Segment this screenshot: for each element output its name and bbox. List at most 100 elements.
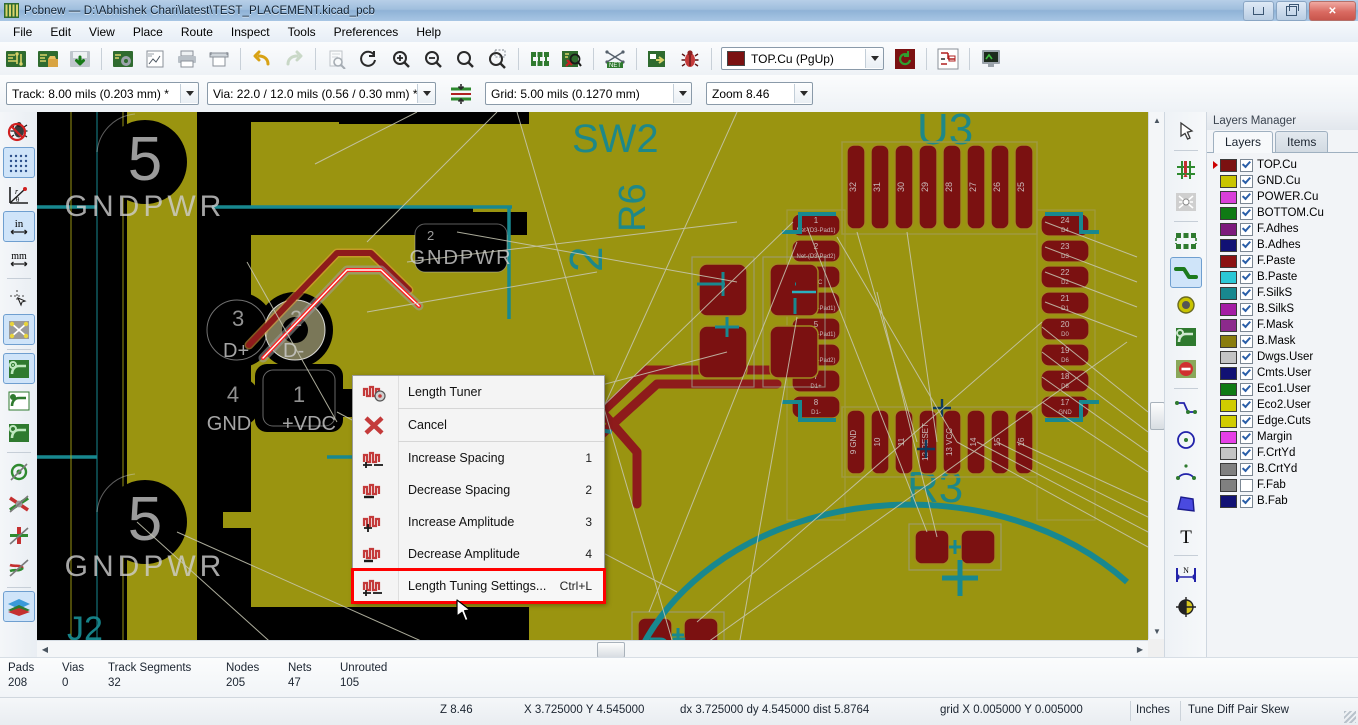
via-size-select[interactable]: Via: 22.0 / 12.0 mils (0.56 / 0.30 mm) * (207, 82, 436, 105)
find-icon[interactable] (322, 45, 352, 73)
layer-visibility-checkbox[interactable] (1240, 206, 1253, 220)
grid-toggle-icon[interactable] (2, 147, 35, 178)
set-origin-icon[interactable] (1170, 591, 1202, 622)
save-board-icon[interactable] (65, 45, 95, 73)
context-menu-item[interactable]: Length Tuner (353, 376, 604, 408)
menu-file[interactable]: File (4, 22, 41, 42)
print-icon[interactable] (172, 45, 202, 73)
layer-row[interactable]: GND.Cu (1211, 173, 1358, 189)
layer-color-swatch[interactable] (1220, 206, 1237, 220)
layer-visibility-checkbox[interactable] (1240, 398, 1253, 412)
layer-row[interactable]: B.Mask (1211, 333, 1358, 349)
layer-visibility-checkbox[interactable] (1240, 174, 1253, 188)
layer-color-swatch[interactable] (1220, 366, 1237, 380)
layer-visibility-checkbox[interactable] (1240, 382, 1253, 396)
layer-color-swatch[interactable] (1220, 494, 1237, 508)
layer-row[interactable]: F.Paste (1211, 253, 1358, 269)
undo-icon[interactable] (247, 45, 277, 73)
add-via-icon[interactable] (1170, 289, 1202, 320)
context-menu-item[interactable]: Increase Amplitude 3 (353, 506, 604, 538)
active-layer-select[interactable]: TOP.Cu (PgUp) (721, 47, 884, 70)
layer-color-swatch[interactable] (1220, 462, 1237, 476)
scroll-right-arrow-icon[interactable]: ▶ (1132, 641, 1148, 658)
layer-visibility-checkbox[interactable] (1240, 350, 1253, 364)
layer-visibility-checkbox[interactable] (1240, 270, 1253, 284)
layers-tab-items[interactable]: Items (1275, 131, 1329, 152)
add-zone-icon[interactable] (1170, 321, 1202, 352)
zoom-select[interactable]: Zoom 8.46 (706, 82, 813, 105)
add-polygon-icon[interactable] (1170, 488, 1202, 519)
netlist-icon[interactable]: NET (600, 45, 630, 73)
layer-visibility-checkbox[interactable] (1240, 190, 1253, 204)
layer-color-swatch[interactable] (1220, 318, 1237, 332)
layer-row[interactable]: Eco2.User (1211, 397, 1358, 413)
rotate-via-icon[interactable] (890, 45, 920, 73)
highlight-net-icon[interactable] (1170, 154, 1202, 185)
horizontal-scroll-thumb[interactable] (597, 642, 625, 658)
layer-color-swatch[interactable] (1220, 174, 1237, 188)
layer-visibility-checkbox[interactable] (1240, 478, 1253, 492)
layer-visibility-checkbox[interactable] (1240, 158, 1253, 172)
bug-icon[interactable] (675, 45, 705, 73)
menu-place[interactable]: Place (124, 22, 172, 42)
layer-row[interactable]: POWER.Cu (1211, 189, 1358, 205)
layer-row[interactable]: F.SilkS (1211, 285, 1358, 301)
local-ratsnest-icon[interactable] (1170, 186, 1202, 217)
layer-color-swatch[interactable] (1220, 190, 1237, 204)
layer-color-swatch[interactable] (1220, 334, 1237, 348)
layer-row[interactable]: F.CrtYd (1211, 445, 1358, 461)
context-menu-item[interactable]: Length Tuning Settings... Ctrl+L (351, 568, 606, 604)
maximize-button[interactable] (1276, 1, 1307, 21)
zoom-fit-icon[interactable] (450, 45, 480, 73)
layer-color-swatch[interactable] (1220, 270, 1237, 284)
cursor-shape-icon[interactable] (3, 282, 35, 313)
add-dimension-icon[interactable]: N (1170, 559, 1202, 590)
layer-row[interactable]: B.CrtYd (1211, 461, 1358, 477)
zoom-area-icon[interactable] (482, 45, 512, 73)
board-setup-icon[interactable] (108, 45, 138, 73)
via-sketch-icon[interactable] (3, 456, 35, 487)
menu-help[interactable]: Help (407, 22, 450, 42)
layer-visibility-checkbox[interactable] (1240, 238, 1253, 252)
drc-off-icon[interactable] (3, 115, 35, 146)
layer-visibility-checkbox[interactable] (1240, 446, 1253, 460)
layer-row[interactable]: TOP.Cu (1211, 157, 1358, 173)
minimize-button[interactable] (1243, 1, 1274, 21)
units-mm-icon[interactable]: mm (3, 243, 35, 274)
layer-visibility-checkbox[interactable] (1240, 494, 1253, 508)
layer-color-swatch[interactable] (1220, 446, 1237, 460)
polar-coords-icon[interactable]: rθ (3, 179, 35, 210)
new-board-icon[interactable] (1, 45, 31, 73)
drc-icon[interactable] (643, 45, 673, 73)
layers-tab-layers[interactable]: Layers (1213, 131, 1274, 153)
menu-edit[interactable]: Edit (41, 22, 80, 42)
net-highlight-icon[interactable] (933, 45, 963, 73)
layer-color-swatch[interactable] (1220, 286, 1237, 300)
contrast-mode-icon[interactable] (2, 591, 35, 622)
track-sketch-icon[interactable] (3, 488, 35, 519)
refresh-icon[interactable] (354, 45, 384, 73)
layer-color-swatch[interactable] (1220, 478, 1237, 492)
layer-visibility-checkbox[interactable] (1240, 462, 1253, 476)
layer-row[interactable]: BOTTOM.Cu (1211, 205, 1358, 221)
layer-row[interactable]: B.Adhes (1211, 237, 1358, 253)
chevron-down-icon[interactable] (417, 84, 435, 103)
add-text-icon[interactable]: T (1170, 520, 1202, 551)
vertical-scroll-thumb[interactable] (1150, 402, 1165, 430)
layer-color-swatch[interactable] (1220, 158, 1237, 172)
layer-visibility-checkbox[interactable] (1240, 302, 1253, 316)
add-line-icon[interactable] (1170, 392, 1202, 423)
context-menu-item[interactable]: Decrease Spacing 2 (353, 474, 604, 506)
layer-color-swatch[interactable] (1220, 254, 1237, 268)
chevron-down-icon[interactable] (865, 49, 883, 68)
layer-row[interactable]: F.Mask (1211, 317, 1358, 333)
track-width-select[interactable]: Track: 8.00 mils (0.203 mm) * (6, 82, 199, 105)
layer-row[interactable]: Eco1.User (1211, 381, 1358, 397)
layer-row[interactable]: B.Fab (1211, 493, 1358, 509)
layer-visibility-checkbox[interactable] (1240, 254, 1253, 268)
layer-color-swatch[interactable] (1220, 302, 1237, 316)
layer-color-swatch[interactable] (1220, 238, 1237, 252)
layer-color-swatch[interactable] (1220, 414, 1237, 428)
route-track-icon[interactable] (1169, 257, 1202, 288)
zoom-out-icon[interactable] (418, 45, 448, 73)
